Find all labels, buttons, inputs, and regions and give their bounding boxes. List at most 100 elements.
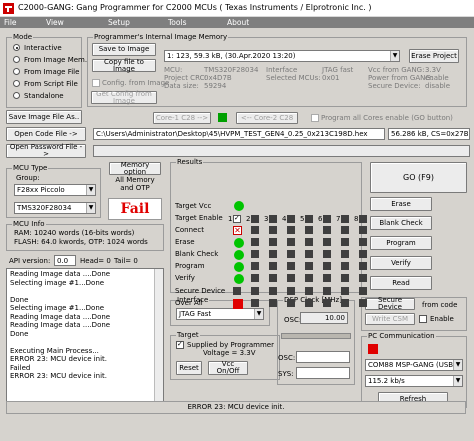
info-crc-value: 0x4D7B <box>204 74 232 82</box>
result-cell <box>359 262 367 270</box>
mode-radio-script-file[interactable] <box>13 80 20 87</box>
result-cell <box>305 287 313 295</box>
pc-communication-label: PC Communication <box>367 332 436 340</box>
copy-file-to-image-button[interactable]: Copy file to Image <box>92 58 156 72</box>
target-label: Target <box>176 331 200 339</box>
erase-indicator <box>234 238 244 248</box>
result-cell <box>269 262 277 270</box>
mode-radio-standalone[interactable] <box>13 92 20 99</box>
core1-button[interactable]: Core-1 C28 --> <box>153 112 211 124</box>
menu-file[interactable]: File <box>4 18 17 27</box>
program-all-cores-checkbox[interactable] <box>311 114 319 122</box>
app-icon <box>3 3 14 14</box>
target-number: 5 <box>300 215 305 223</box>
image-select[interactable]: 1: 123, 59.3 kB, (30.Apr.2020 13:20) ▼ <box>164 50 400 62</box>
result-cell <box>233 287 241 295</box>
menu-setup[interactable]: Setup <box>108 18 130 27</box>
target-enable-box[interactable] <box>323 215 331 223</box>
info-data-label: Data size: <box>164 82 199 90</box>
mcu-type-label: MCU Type <box>12 164 49 172</box>
mode-radio-image-mem[interactable] <box>13 56 20 63</box>
info-interface-value: JTAG fast <box>322 66 354 74</box>
enable-checkbox[interactable] <box>419 315 427 323</box>
info-mcu-value: TMS320F28034 <box>204 66 259 74</box>
target-enable-box[interactable] <box>287 215 295 223</box>
info-power-label: Power from GANG: <box>368 74 434 82</box>
port-select[interactable]: COM88 MSP-GANG (USB) ▼ <box>365 359 463 371</box>
memory-option-button[interactable]: Memory option <box>109 161 161 175</box>
read-button[interactable]: Read <box>370 276 432 290</box>
result-row-label: Blank Check <box>175 250 219 258</box>
blank-check-button[interactable]: Blank Check <box>370 216 432 230</box>
from-code-label: from code <box>422 301 458 309</box>
window-title: C2000-GANG: Gang Programmer for C2000 MC… <box>18 3 372 12</box>
result-cell <box>251 274 259 282</box>
result-cell <box>341 274 349 282</box>
erase-project-button[interactable]: Erase Project <box>409 49 459 63</box>
status-text: ERROR 23: MCU device init. <box>187 403 285 411</box>
info-selected-value: 0x01 <box>322 74 340 82</box>
supplied-label: Supplied by Programmer <box>187 341 274 349</box>
go-button[interactable]: GO (F9) <box>370 162 467 193</box>
target-enable-box[interactable] <box>269 215 277 223</box>
mcu-select[interactable]: TMS320F28034 ▼ <box>14 202 96 214</box>
log-line: Selecting image #1...Done <box>10 278 105 287</box>
result-row-label: Erase <box>175 238 195 246</box>
config-from-image-checkbox[interactable] <box>92 79 100 87</box>
result-cell <box>305 226 313 234</box>
save-image-file-button[interactable]: Save Image File As.. <box>6 110 82 124</box>
core2-button[interactable]: <-- Core-2 C28 <box>236 112 298 124</box>
log-line: Done <box>10 329 29 338</box>
log-line: Reading Image data ....Done <box>10 321 111 329</box>
program-button[interactable]: Program <box>370 236 432 250</box>
log-panel[interactable]: Reading Image data ....Done Selecting ima… <box>6 268 164 405</box>
osc-slider[interactable] <box>281 333 351 339</box>
write-csm-button[interactable]: Write CSM <box>365 313 415 325</box>
result-cell <box>269 226 277 234</box>
menu-view[interactable]: View <box>46 18 64 27</box>
mode-radio-image-file[interactable] <box>13 68 20 75</box>
target-number: 8 <box>354 215 359 223</box>
mcu-group-select[interactable]: F28xx Piccolo ▼ <box>14 184 96 196</box>
secure-device-button[interactable]: Secure Device <box>365 297 415 311</box>
chevron-down-icon: ▼ <box>453 376 462 386</box>
supplied-by-programmer-checkbox[interactable] <box>176 340 184 349</box>
target-number: 6 <box>318 215 323 223</box>
mode-radio-interactive[interactable] <box>13 44 20 51</box>
info-data-value: 59294 <box>204 82 227 90</box>
mode-label: Mode <box>12 33 34 41</box>
target-enable-box[interactable] <box>251 215 259 223</box>
osc-input[interactable]: 10.00 <box>300 312 348 324</box>
log-line: Executing Main Process... <box>10 346 99 355</box>
menu-about[interactable]: About <box>227 18 249 27</box>
mode-option-label: From Script File <box>24 80 78 88</box>
result-cell <box>341 287 349 295</box>
blank-check-indicator <box>234 250 244 260</box>
log-line: Reading Image data ....Done <box>10 312 111 321</box>
open-password-file-button[interactable]: Open Password File -> <box>6 144 86 158</box>
image-select-value: 1: 123, 59.3 kB, (30.Apr.2020 13:20) <box>167 52 296 60</box>
log-scrollbar[interactable] <box>154 269 163 404</box>
info-selected-label: Selected MCUs: <box>266 74 321 82</box>
result-cell <box>251 287 259 295</box>
save-to-image-button[interactable]: Save to Image <box>92 43 156 56</box>
vcc-on-off-button[interactable]: Vcc On/Off <box>208 361 248 375</box>
target-number: 4 <box>282 215 287 223</box>
menu-tools[interactable]: Tools <box>168 18 186 27</box>
target-enable-checkbox[interactable] <box>233 214 241 223</box>
info-vcc-label: Vcc from GANG: <box>368 66 425 74</box>
result-cell <box>341 250 349 258</box>
baud-select[interactable]: 115.2 kb/s ▼ <box>365 375 463 387</box>
interface-select[interactable]: JTAG Fast ▼ <box>176 308 264 320</box>
verify-button[interactable]: Verify <box>370 256 432 270</box>
comm-status-indicator <box>368 344 378 354</box>
get-config-button[interactable]: Get Config from Image <box>91 90 157 104</box>
target-enable-box[interactable] <box>305 215 313 223</box>
voltage-label: Voltage = 3.3V <box>203 349 256 357</box>
target-enable-box[interactable] <box>341 215 349 223</box>
reset-button[interactable]: Reset <box>176 361 202 375</box>
target-enable-box[interactable] <box>359 215 367 223</box>
erase-button[interactable]: Erase <box>370 197 432 211</box>
open-code-file-button[interactable]: Open Code File -> <box>6 127 86 141</box>
